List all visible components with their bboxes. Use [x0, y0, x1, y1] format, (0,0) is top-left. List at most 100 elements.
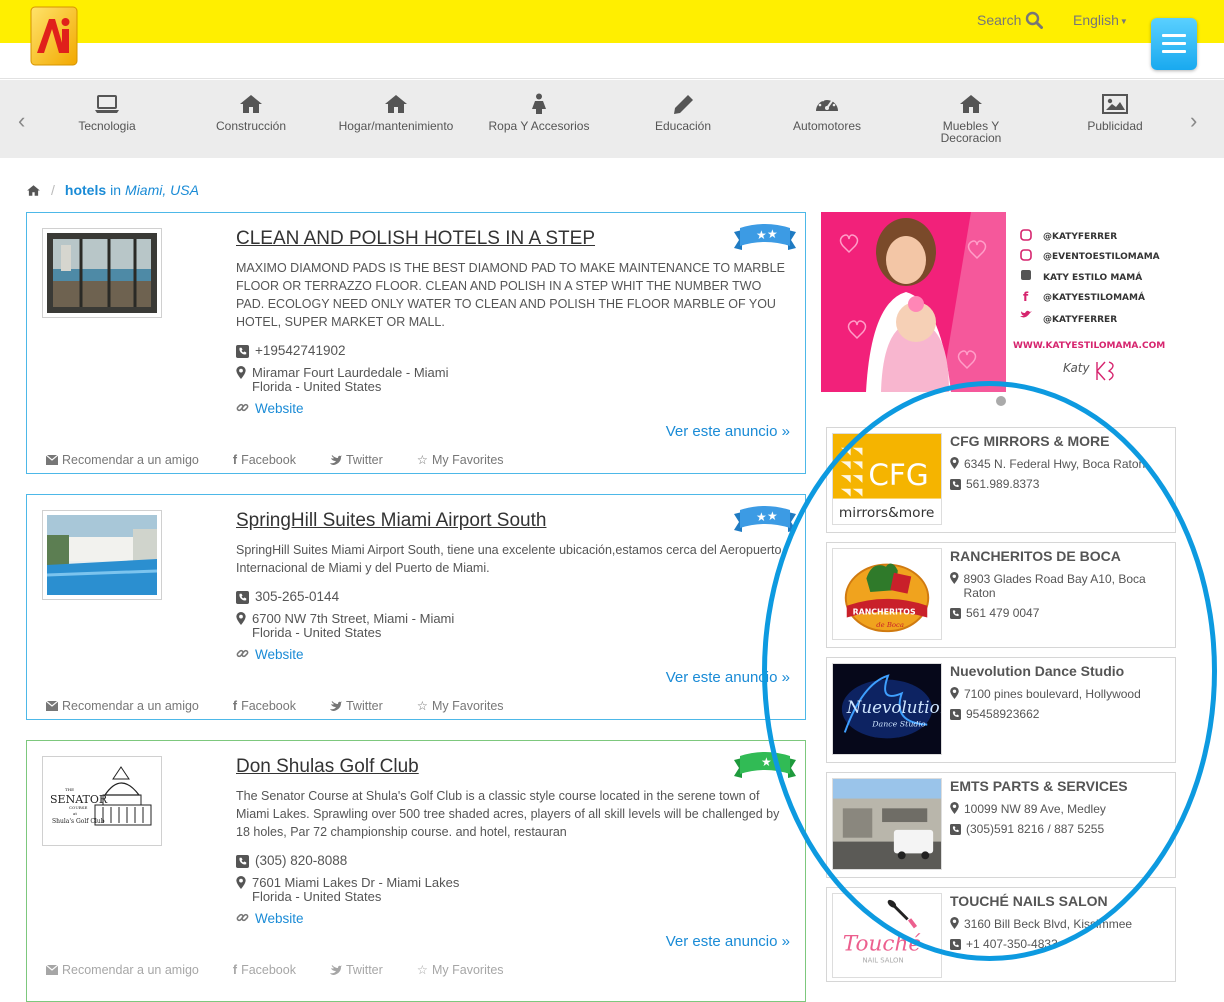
phone-icon	[950, 607, 961, 619]
language-dropdown[interactable]: English▼	[1073, 12, 1128, 28]
two-star-ribbon-icon: ★ ★	[734, 506, 796, 532]
favorites-button[interactable]: ☆ My Favorites	[417, 452, 504, 468]
home-icon[interactable]	[26, 184, 41, 197]
business-phone[interactable]: 561 479 0047	[950, 606, 1039, 620]
category-item[interactable]: Muebles Y Decoracion	[901, 93, 1041, 144]
facebook-share-button[interactable]: f Facebook	[233, 698, 296, 713]
svg-text:Shula's Golf Club: Shula's Golf Club	[52, 818, 105, 825]
twitter-icon	[329, 454, 342, 465]
carousel-indicator[interactable]	[996, 396, 1006, 406]
search-link[interactable]: Search	[977, 11, 1044, 29]
person-icon	[532, 93, 546, 114]
twitter-share-button[interactable]: Twitter	[329, 452, 383, 467]
listing-website-link[interactable]: Website	[236, 911, 304, 926]
business-card[interactable]: RANCHERITOS de Boca RANCHERITOS DE BOCA …	[826, 542, 1176, 648]
svg-text:KATY ESTILO MAMÁ: KATY ESTILO MAMÁ	[1043, 271, 1142, 283]
facebook-icon: f	[232, 452, 238, 467]
breadcrumb-location[interactable]: Miami, USA	[125, 182, 199, 198]
listing-title[interactable]: SpringHill Suites Miami Airport South	[236, 510, 546, 532]
view-listing-link[interactable]: Ver este anuncio »	[666, 423, 790, 440]
listing-address: 6700 NW 7th Street, Miami - Miami Florida…	[236, 612, 454, 640]
svg-text:f: f	[1023, 290, 1029, 304]
recommend-button[interactable]: Recomendar a un amigo	[46, 698, 199, 713]
category-item[interactable]: Educación	[613, 93, 753, 132]
category-item[interactable]: Hogar/mantenimiento	[326, 93, 466, 132]
listing-actions: Recomendar a un amigo f Facebook Twitter …	[46, 452, 538, 467]
breadcrumb-keyword[interactable]: hotels	[65, 182, 106, 198]
listing-thumbnail[interactable]	[42, 510, 162, 600]
chevron-left-icon[interactable]: ‹	[18, 108, 25, 134]
facebook-share-button[interactable]: f Facebook	[233, 962, 296, 977]
phone-icon	[236, 591, 249, 604]
category-item[interactable]: Tecnologia	[37, 93, 177, 132]
search-label: Search	[977, 12, 1022, 28]
svg-text:★: ★	[756, 228, 767, 242]
business-card[interactable]: CFG mirrors&more CFG MIRRORS & MORE 6345…	[826, 427, 1176, 533]
business-phone[interactable]: 95458923662	[950, 707, 1039, 721]
svg-text:COURSE: COURSE	[69, 805, 87, 810]
business-address: 3160 Bill Beck Blvd, Kissimmee	[950, 917, 1170, 931]
svg-text:★: ★	[761, 755, 772, 769]
twitter-share-button[interactable]: Twitter	[329, 962, 383, 977]
site-logo[interactable]	[29, 5, 79, 67]
chevron-right-icon[interactable]: ›	[1190, 108, 1197, 134]
recommend-button[interactable]: Recomendar a un amigo	[46, 962, 199, 977]
phone-icon	[236, 345, 249, 358]
twitter-icon	[329, 700, 342, 711]
svg-text:mirrors&more: mirrors&more	[839, 505, 935, 521]
listing-actions: Recomendar a un amigo f Facebook Twitter …	[46, 962, 538, 977]
business-logo: Nuevolution Dance Studio	[832, 663, 942, 755]
svg-text:NAIL SALON: NAIL SALON	[862, 956, 903, 964]
business-card[interactable]: EMTS PARTS & SERVICES 10099 NW 89 Ave, M…	[826, 772, 1176, 878]
map-marker-icon	[950, 457, 959, 469]
envelope-icon	[46, 700, 58, 711]
category-item[interactable]: Ropa Y Accesorios	[469, 93, 609, 132]
home-icon	[240, 95, 262, 113]
svg-text:Dance Studio: Dance Studio	[871, 720, 926, 729]
category-item[interactable]: Construcción	[181, 93, 321, 132]
facebook-share-button[interactable]: f Facebook	[233, 452, 296, 467]
listing-thumbnail[interactable]	[42, 228, 162, 318]
business-phone[interactable]: +1 407-350-4833	[950, 937, 1058, 951]
business-name: Nuevolution Dance Studio	[950, 663, 1125, 679]
category-item[interactable]: Publicidad	[1045, 93, 1185, 132]
header-strip	[0, 43, 1224, 79]
caret-down-icon: ▼	[1119, 16, 1128, 26]
link-icon	[236, 913, 249, 922]
business-phone[interactable]: (305)591 8216 / 887 5255	[950, 822, 1104, 836]
listing-website-link[interactable]: Website	[236, 647, 304, 662]
phone-icon	[950, 478, 961, 490]
business-logo: Touché NAIL SALON	[832, 893, 942, 978]
listing-card: SpringHill Suites Miami Airport South ★ ★…	[26, 494, 806, 720]
view-listing-link[interactable]: Ver este anuncio »	[666, 669, 790, 686]
business-phone[interactable]: 561.989.8373	[950, 477, 1039, 491]
listing-title[interactable]: Don Shulas Golf Club	[236, 756, 419, 778]
hamburger-menu-button[interactable]	[1151, 18, 1197, 70]
listing-description: SpringHill Suites Miami Airport South, t…	[236, 543, 782, 575]
one-star-ribbon-icon: ★	[734, 752, 796, 778]
listing-title[interactable]: CLEAN AND POLISH HOTELS IN A STEP	[236, 228, 595, 250]
phone-icon	[236, 855, 249, 868]
dashboard-icon	[816, 96, 838, 111]
svg-text:at: at	[73, 811, 77, 816]
business-card[interactable]: Touché NAIL SALON TOUCHÉ NAILS SALON 316…	[826, 887, 1176, 982]
map-marker-icon	[236, 366, 246, 379]
business-card[interactable]: Nuevolution Dance Studio Nuevolution Dan…	[826, 657, 1176, 763]
twitter-share-button[interactable]: Twitter	[329, 698, 383, 713]
category-item[interactable]: Automotores	[757, 93, 897, 132]
listing-phone[interactable]: +19542741902	[236, 343, 345, 358]
listing-actions: Recomendar a un amigo f Facebook Twitter …	[46, 698, 538, 713]
sidebar-ad-banner[interactable]: @KATYFERRER @EVENTOESTILOMAMA KATY ESTIL…	[821, 212, 1174, 392]
recommend-button[interactable]: Recomendar a un amigo	[46, 452, 199, 467]
listing-website-link[interactable]: Website	[236, 401, 304, 416]
svg-text:Katy: Katy	[1063, 361, 1091, 375]
listing-phone[interactable]: 305-265-0144	[236, 589, 339, 604]
favorites-button[interactable]: ☆ My Favorites	[417, 698, 504, 714]
twitter-icon	[329, 964, 342, 975]
svg-text:THE: THE	[65, 787, 74, 792]
listing-thumbnail[interactable]: THE SENATOR COURSE at Shula's Golf Club	[42, 756, 162, 846]
favorites-button[interactable]: ☆ My Favorites	[417, 962, 504, 978]
listing-phone[interactable]: (305) 820-8088	[236, 853, 347, 868]
view-listing-link[interactable]: Ver este anuncio »	[666, 933, 790, 950]
phone-icon	[950, 823, 961, 835]
